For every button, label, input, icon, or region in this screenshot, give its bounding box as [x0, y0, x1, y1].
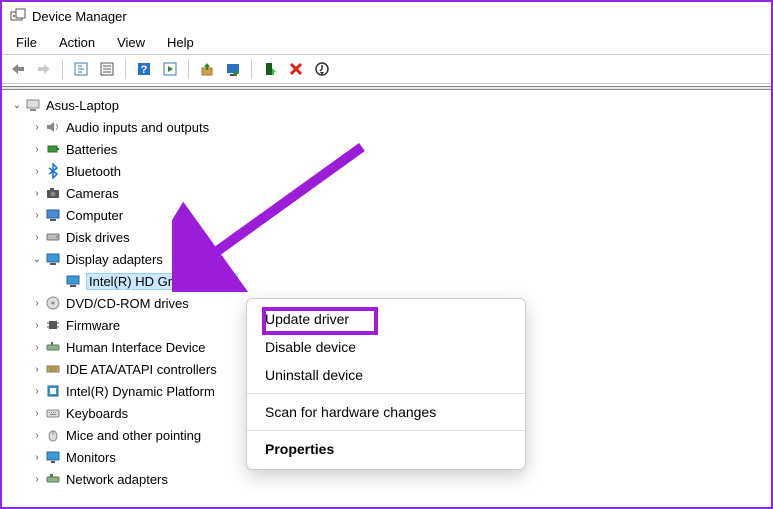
context-update-driver[interactable]: Update driver [247, 305, 525, 333]
chevron-right-icon[interactable]: › [30, 474, 44, 485]
disable-device-button[interactable] [221, 57, 245, 81]
battery-icon [44, 140, 62, 158]
action-button[interactable] [158, 57, 182, 81]
tree-root[interactable]: ⌄ Asus-Laptop [10, 94, 771, 116]
chevron-right-icon[interactable]: › [30, 210, 44, 221]
context-scan-hardware[interactable]: Scan for hardware changes [247, 398, 525, 426]
pc-icon [44, 206, 62, 224]
menu-action[interactable]: Action [51, 33, 103, 52]
selected-device-label: Intel(R) HD Graphics 620 [86, 273, 238, 290]
tree-item-batteries[interactable]: ›Batteries [10, 138, 771, 160]
menu-help[interactable]: Help [159, 33, 202, 52]
hid-icon [44, 338, 62, 356]
menu-view[interactable]: View [109, 33, 153, 52]
update-driver-button[interactable] [195, 57, 219, 81]
menubar: File Action View Help [2, 30, 771, 54]
mouse-icon [44, 426, 62, 444]
context-uninstall-device[interactable]: Uninstall device [247, 361, 525, 389]
chevron-right-icon[interactable]: › [30, 188, 44, 199]
ide-icon [44, 360, 62, 378]
chevron-right-icon[interactable]: › [30, 342, 44, 353]
context-properties[interactable]: Properties [247, 435, 525, 463]
chevron-right-icon[interactable]: › [30, 166, 44, 177]
chevron-right-icon[interactable]: › [30, 298, 44, 309]
svg-text:?: ? [141, 64, 148, 76]
chevron-right-icon[interactable]: › [30, 144, 44, 155]
window-title: Device Manager [32, 9, 127, 24]
chevron-right-icon[interactable]: › [30, 408, 44, 419]
show-hide-tree-button[interactable] [69, 57, 93, 81]
uninstall-device-button[interactable] [284, 57, 308, 81]
help-button[interactable]: ? [132, 57, 156, 81]
display-adapter-icon [44, 250, 62, 268]
network-icon [44, 470, 62, 488]
tree-root-label: Asus-Laptop [46, 98, 119, 113]
tree-item-audio[interactable]: ›Audio inputs and outputs [10, 116, 771, 138]
context-disable-device[interactable]: Disable device [247, 333, 525, 361]
forward-button[interactable] [32, 57, 56, 81]
scan-hardware-button[interactable] [310, 57, 334, 81]
chevron-down-icon[interactable]: ⌄ [10, 100, 24, 111]
disc-icon [44, 294, 62, 312]
toolbar: ? [2, 54, 771, 84]
context-separator [247, 430, 525, 431]
chevron-right-icon[interactable]: › [30, 430, 44, 441]
chevron-right-icon[interactable]: › [30, 364, 44, 375]
chevron-down-icon[interactable]: ⌄ [30, 254, 44, 265]
computer-icon [24, 96, 42, 114]
properties-button[interactable] [95, 57, 119, 81]
chip-icon [44, 316, 62, 334]
back-button[interactable] [6, 57, 30, 81]
chevron-right-icon[interactable]: › [30, 452, 44, 463]
tree-item-cameras[interactable]: ›Cameras [10, 182, 771, 204]
display-adapter-icon [64, 272, 82, 290]
tree-item-intel-hd-graphics[interactable]: Intel(R) HD Graphics 620 [10, 270, 771, 292]
tree-item-computer[interactable]: ›Computer [10, 204, 771, 226]
chevron-right-icon[interactable]: › [30, 232, 44, 243]
chevron-right-icon[interactable]: › [30, 386, 44, 397]
monitor-icon [44, 448, 62, 466]
tree-item-network[interactable]: ›Network adapters [10, 468, 771, 490]
camera-icon [44, 184, 62, 202]
titlebar: Device Manager [2, 2, 771, 30]
bluetooth-icon [44, 162, 62, 180]
menu-file[interactable]: File [8, 33, 45, 52]
speaker-icon [44, 118, 62, 136]
app-icon [10, 8, 26, 24]
context-separator [247, 393, 525, 394]
tree-item-bluetooth[interactable]: ›Bluetooth [10, 160, 771, 182]
enable-device-button[interactable] [258, 57, 282, 81]
chip-icon [44, 382, 62, 400]
tree-item-display-adapters[interactable]: ⌄Display adapters [10, 248, 771, 270]
disk-icon [44, 228, 62, 246]
tree-item-disk-drives[interactable]: ›Disk drives [10, 226, 771, 248]
keyboard-icon [44, 404, 62, 422]
chevron-right-icon[interactable]: › [30, 320, 44, 331]
context-menu: Update driver Disable device Uninstall d… [246, 298, 526, 470]
chevron-right-icon[interactable]: › [30, 122, 44, 133]
